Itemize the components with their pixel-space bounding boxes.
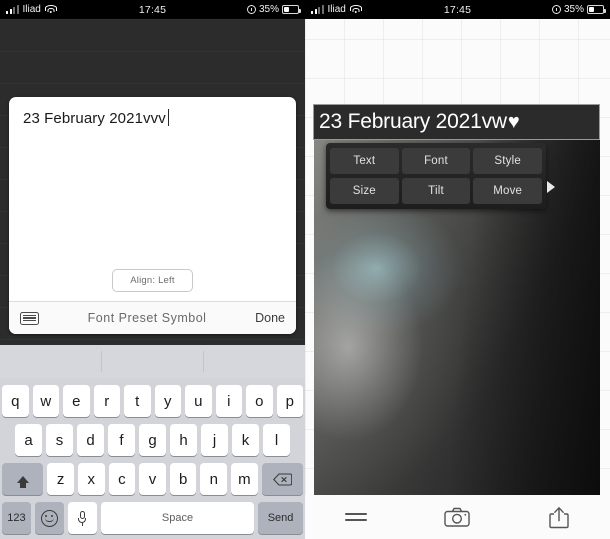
key-o[interactable]: o (246, 385, 273, 417)
key-r[interactable]: r (93, 385, 120, 417)
key-p[interactable]: p (276, 385, 303, 417)
context-menu-item-style[interactable]: Style (473, 148, 542, 174)
align-button[interactable]: Align: Left (112, 269, 193, 292)
screenshot-root: Iliad 17:45 35% 23 February 2021vvv Alig… (0, 0, 610, 539)
key-n[interactable]: n (200, 463, 228, 495)
done-button[interactable]: Done (255, 311, 285, 325)
right-status-bar: Iliad 17:45 35% (305, 0, 610, 19)
left-phone-panel: Iliad 17:45 35% 23 February 2021vvv Alig… (0, 0, 305, 539)
key-u[interactable]: u (185, 385, 212, 417)
editor-text-value: 23 February 2021vvv (23, 110, 166, 128)
key-x[interactable]: x (77, 463, 105, 495)
overlay-text-value: 23 February 2021vw (319, 110, 507, 133)
bottom-toolbar (305, 495, 610, 539)
emoji-smiley-icon[interactable] (34, 502, 64, 534)
context-menu-item-move[interactable]: Move (473, 178, 542, 204)
key-w[interactable]: w (32, 385, 59, 417)
text-overlay-box[interactable]: 23 February 2021vw ♥ (313, 104, 600, 140)
virtual-keyboard: q w e r t y u i o p a s d f g h j k l z … (0, 345, 305, 539)
key-z[interactable]: z (47, 463, 74, 495)
context-menu-item-font[interactable]: Font (401, 148, 471, 174)
key-j[interactable]: j (201, 424, 228, 456)
key-a[interactable]: a (15, 424, 42, 456)
key-y[interactable]: y (154, 385, 181, 417)
editor-toolbar-label[interactable]: Font Preset Symbol (39, 311, 255, 325)
camera-icon[interactable] (437, 503, 477, 531)
overlay-text-group: 23 February 2021vw ♥ (319, 110, 520, 134)
microphone-icon[interactable] (67, 502, 97, 534)
keyboard-row-2: a s d f g h j k l (0, 424, 305, 456)
key-c[interactable]: c (108, 463, 136, 495)
status-right-group: 35% (246, 4, 301, 15)
keyboard-row-1: q w e r t y u i o p (0, 385, 305, 417)
keyboard-row-4: 123 Space Send (0, 502, 305, 534)
numeric-key[interactable]: 123 (2, 502, 31, 534)
key-l[interactable]: l (263, 424, 290, 456)
arrow-right-icon[interactable] (547, 181, 555, 193)
text-caret (167, 109, 169, 126)
key-g[interactable]: g (139, 424, 166, 456)
send-key[interactable]: Send (258, 502, 303, 534)
key-t[interactable]: t (124, 385, 151, 417)
key-m[interactable]: m (231, 463, 258, 495)
context-menu-item-text[interactable]: Text (330, 148, 399, 174)
space-key[interactable]: Space (100, 502, 255, 534)
status-right-group: 35% (551, 4, 606, 15)
shift-icon[interactable] (1, 463, 44, 495)
key-v[interactable]: v (139, 463, 166, 495)
key-s[interactable]: s (46, 424, 73, 456)
keyboard-suggestion-bar[interactable] (0, 345, 305, 378)
text-editor-input[interactable]: 23 February 2021vvv (9, 97, 296, 269)
right-phone-panel: Iliad 17:45 35% 23 February 2021vw ♥ Text… (305, 0, 610, 539)
hamburger-menu-icon[interactable] (336, 503, 376, 531)
text-editor-card: 23 February 2021vvv Align: Left Font Pre… (9, 97, 296, 334)
battery-icon (282, 5, 301, 14)
keyboard-icon[interactable] (20, 311, 39, 325)
left-status-bar: Iliad 17:45 35% (0, 0, 305, 19)
key-q[interactable]: q (2, 385, 29, 417)
keyboard-row-3: z x c v b n m (0, 463, 305, 495)
editor-toolbar: Font Preset Symbol Done (9, 301, 296, 334)
heart-icon: ♥ (507, 111, 520, 133)
battery-percent-label: 35% (563, 4, 584, 15)
alarm-clock-icon (246, 5, 256, 14)
battery-icon (587, 5, 606, 14)
battery-percent-label: 35% (258, 4, 279, 15)
align-row: Align: Left (9, 269, 296, 301)
context-menu-item-size[interactable]: Size (330, 178, 399, 204)
key-b[interactable]: b (169, 463, 197, 495)
key-d[interactable]: d (77, 424, 104, 456)
context-menu-item-tilt[interactable]: Tilt (401, 178, 471, 204)
alarm-clock-icon (551, 5, 561, 14)
key-f[interactable]: f (108, 424, 135, 456)
key-i[interactable]: i (215, 385, 242, 417)
backspace-glyph (272, 472, 292, 486)
key-k[interactable]: k (232, 424, 259, 456)
context-menu: Text Font Style Size Tilt Move (326, 143, 555, 209)
key-e[interactable]: e (63, 385, 90, 417)
key-h[interactable]: h (170, 424, 197, 456)
backspace-icon[interactable] (261, 463, 304, 495)
share-icon[interactable] (539, 503, 579, 531)
